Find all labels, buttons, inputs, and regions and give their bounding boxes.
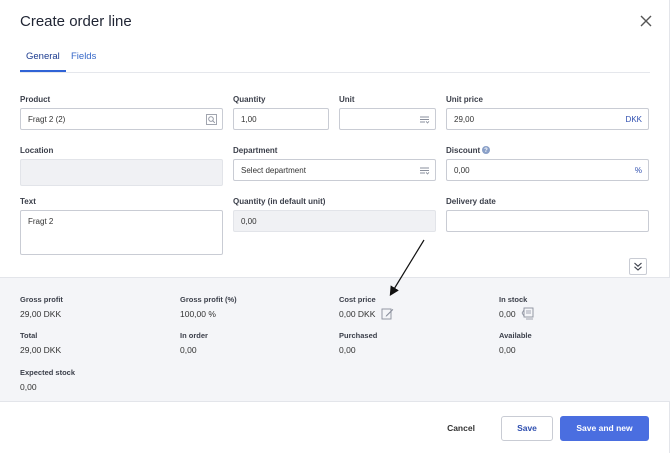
quantity-default-unit-value: 0,00 (241, 217, 257, 226)
stock-list-icon[interactable] (521, 307, 534, 320)
quantity-field[interactable]: 1,00 (233, 108, 329, 130)
list-icon[interactable] (419, 114, 430, 125)
text-label: Text (20, 197, 36, 206)
text-area[interactable]: Fragt 2 (20, 210, 223, 255)
location-field (20, 159, 223, 186)
edit-icon[interactable] (381, 307, 394, 320)
unit-price-field[interactable]: 29,00 DKK (446, 108, 649, 130)
list-icon[interactable] (419, 165, 430, 176)
in-order-label: In order (180, 331, 208, 340)
available-label: Available (499, 331, 532, 340)
discount-value: 0,00 (454, 166, 470, 175)
chevron-double-down-icon (634, 262, 642, 271)
quantity-default-unit-label: Quantity (in default unit) (233, 197, 326, 206)
expand-button[interactable] (629, 258, 647, 275)
close-icon[interactable] (637, 12, 655, 30)
department-select[interactable]: Select department (233, 159, 436, 181)
help-icon[interactable]: ? (482, 146, 491, 154)
department-value: Select department (241, 166, 306, 175)
gross-profit-pct-value: 100,00 % (180, 309, 216, 319)
purchased-label: Purchased (339, 331, 378, 340)
discount-label: Discount ? (446, 146, 491, 155)
delivery-date-label: Delivery date (446, 197, 496, 206)
quantity-default-unit-field: 0,00 (233, 210, 436, 232)
discount-label-text: Discount (446, 146, 481, 155)
dialog-title: Create order line (20, 13, 132, 30)
delivery-date-field[interactable] (446, 210, 649, 232)
product-label: Product (20, 95, 51, 104)
tab-general[interactable]: General (26, 50, 60, 72)
unit-price-value: 29,00 (454, 115, 475, 124)
quantity-value: 1,00 (241, 115, 257, 124)
create-order-line-dialog: Create order line General Fields Product… (0, 0, 670, 453)
cancel-button[interactable]: Cancel (440, 416, 482, 441)
available-value: 0,00 (499, 345, 516, 355)
total-value: 29,00 DKK (20, 345, 62, 355)
gross-profit-pct-label: Gross profit (%) (180, 295, 237, 304)
search-icon[interactable] (206, 114, 217, 125)
unit-select[interactable] (339, 108, 436, 130)
save-button[interactable]: Save (501, 416, 553, 441)
quantity-label: Quantity (233, 95, 266, 104)
discount-percent-suffix: % (634, 166, 642, 175)
purchased-value: 0,00 (339, 345, 356, 355)
product-field[interactable]: Fragt 2 (2) (20, 108, 223, 130)
tab-fields[interactable]: Fields (71, 50, 96, 72)
product-value: Fragt 2 (2) (28, 115, 66, 124)
tabs-divider (20, 72, 650, 73)
gross-profit-value: 29,00 DKK (20, 309, 62, 319)
summary-panel: Gross profit 29,00 DKK Gross profit (%) … (0, 277, 670, 402)
save-and-new-button[interactable]: Save and new (560, 416, 649, 441)
expected-stock-label: Expected stock (20, 368, 76, 377)
total-label: Total (20, 331, 38, 340)
cost-price-label: Cost price (339, 295, 376, 304)
discount-field[interactable]: 0,00 % (446, 159, 649, 181)
text-value: Fragt 2 (28, 217, 54, 226)
in-stock-value: 0,00 (499, 309, 516, 319)
cost-price-value: 0,00 DKK (339, 309, 376, 319)
svg-text:?: ? (485, 148, 489, 154)
unit-label: Unit (339, 95, 355, 104)
in-stock-label: In stock (499, 295, 528, 304)
in-order-value: 0,00 (180, 345, 197, 355)
unit-price-label: Unit price (446, 95, 483, 104)
location-label: Location (20, 146, 54, 155)
department-label: Department (233, 146, 278, 155)
unit-price-currency: DKK (625, 115, 642, 124)
gross-profit-label: Gross profit (20, 295, 63, 304)
expected-stock-value: 0,00 (20, 382, 37, 392)
